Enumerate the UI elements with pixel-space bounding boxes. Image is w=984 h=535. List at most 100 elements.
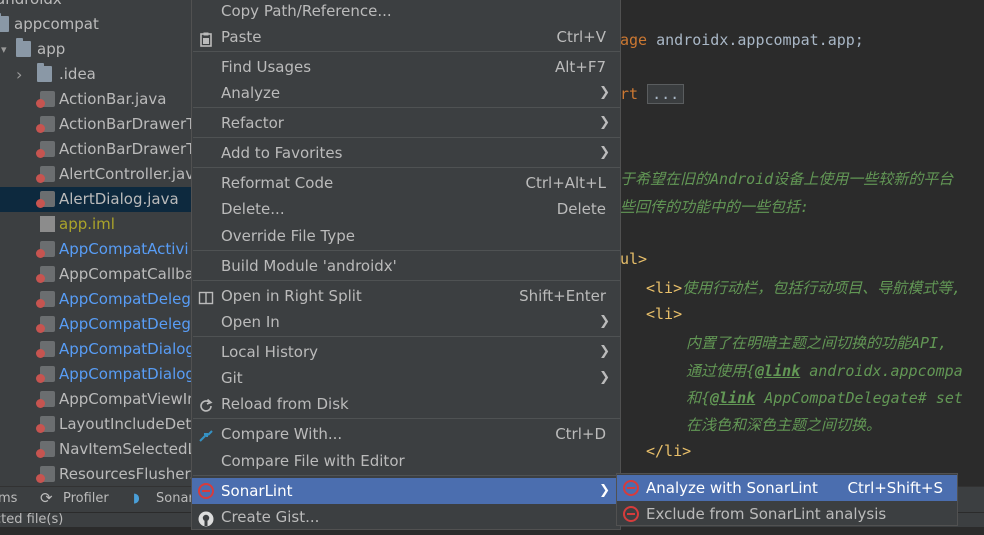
tree-row[interactable]: app.iml xyxy=(0,212,192,237)
tree-row-label: AppCompatActivi xyxy=(59,240,189,258)
problems-tab[interactable]: ms xyxy=(0,491,17,506)
menu-item-analyze[interactable]: Analyze ❯ xyxy=(192,80,620,106)
menu-item-refactor[interactable]: Refactor ❯ xyxy=(192,110,620,136)
menu-item-label: Refactor xyxy=(221,114,284,132)
menu-item-analyze-with-sonarlint[interactable]: Analyze with SonarLint Ctrl+Shift+S xyxy=(617,475,957,501)
menu-item-label: Copy Path/Reference... xyxy=(221,2,392,20)
menu-item-git[interactable]: Git ❯ xyxy=(192,365,620,391)
tree-row[interactable]: AlertController.jav xyxy=(0,162,192,187)
menu-item-local-history[interactable]: Local History ❯ xyxy=(192,339,620,365)
menu-item-label: Open in Right Split xyxy=(221,287,362,305)
tree-row-label: appcompat xyxy=(14,15,99,33)
menu-item-exclude-from-sonarlint[interactable]: Exclude from SonarLint analysis xyxy=(617,501,957,527)
tree-row[interactable]: ▾ app xyxy=(0,37,192,62)
folder-icon xyxy=(37,63,52,82)
tree-row[interactable]: ResourcesFlusher. xyxy=(0,462,192,486)
context-menu: Copy Path/Reference... Paste Ctrl+V Find… xyxy=(191,0,621,530)
menu-item-open-in[interactable]: Open In ❯ xyxy=(192,309,620,335)
menu-separator xyxy=(193,475,621,476)
tree-row-label: AppCompatCallba xyxy=(59,265,192,283)
code-line: 通过使用{@link androidx.appcompa xyxy=(686,360,963,381)
menu-item-label: Paste xyxy=(221,28,262,46)
java-file-icon xyxy=(36,166,55,183)
code-editor[interactable]: age androidx.appcompat.app; rt ... 于希望在旧… xyxy=(620,0,984,486)
doc-tag: ul> xyxy=(620,250,648,268)
chevron-right-icon: ❯ xyxy=(599,314,610,329)
doc-text: 使用行动栏，包括行动项目、导航模式等, xyxy=(682,279,962,297)
tree-row[interactable]: androidx xyxy=(0,0,192,12)
tree-row-label: ActionBarDrawerT xyxy=(59,140,192,158)
menu-item-label: Compare File with Editor xyxy=(221,452,405,470)
reload-icon xyxy=(198,396,214,412)
tree-row-label: AppCompatViewIn xyxy=(59,390,192,408)
tree-row-label: AlertController.jav xyxy=(59,165,192,183)
chevron-right-icon: ❯ xyxy=(599,85,610,100)
menu-item-label: Override File Type xyxy=(221,227,355,245)
tree-row-label: app xyxy=(37,40,66,58)
tree-row-label: ActionBar.java xyxy=(59,90,167,108)
sonarlint-tab[interactable]: Sonar xyxy=(156,491,194,506)
tree-row[interactable]: AppCompatViewIn xyxy=(0,387,192,412)
menu-item-label: Find Usages xyxy=(221,58,312,76)
sonarlint-icon xyxy=(623,480,639,496)
tree-row[interactable]: AppCompatDelege xyxy=(0,287,192,312)
java-file-icon xyxy=(36,191,55,208)
menu-item-create-gist[interactable]: Create Gist... xyxy=(192,504,620,530)
code-line: age androidx.appcompat.app; xyxy=(620,31,864,49)
menu-item-open-in-right-split[interactable]: Open in Right Split Shift+Enter xyxy=(192,283,620,309)
menu-item-build-module[interactable]: Build Module 'androidx' xyxy=(192,253,620,279)
tree-row-label: NavItemSelectedL xyxy=(59,440,192,458)
java-file-icon xyxy=(36,341,55,358)
folded-imports[interactable]: ... xyxy=(647,84,685,104)
tree-row[interactable]: appcompat xyxy=(0,12,192,37)
menu-separator xyxy=(193,250,621,251)
menu-item-find-usages[interactable]: Find Usages Alt+F7 xyxy=(192,54,620,80)
menu-item-label: Build Module 'androidx' xyxy=(221,257,397,275)
menu-item-compare-with[interactable]: Compare With... Ctrl+D xyxy=(192,421,620,447)
menu-item-paste[interactable]: Paste Ctrl+V xyxy=(192,24,620,50)
menu-separator xyxy=(193,51,621,52)
menu-item-reload-from-disk[interactable]: Reload from Disk xyxy=(192,391,620,417)
tree-row-label: AppCompatDelege xyxy=(59,315,192,333)
doc-comment-line: 些回传的功能中的一些包括: xyxy=(620,198,810,216)
tree-row[interactable]: LayoutIncludeDete xyxy=(0,412,192,437)
keyword: rt xyxy=(620,85,639,103)
tree-row-label: .idea xyxy=(59,65,96,83)
menu-item-shortcut: Shift+Enter xyxy=(519,287,606,305)
tree-row-selected[interactable]: AlertDialog.java xyxy=(0,187,192,212)
chevron-down-icon[interactable]: ▾ xyxy=(1,37,7,62)
menu-item-label: Local History xyxy=(221,343,319,361)
menu-item-override-file-type[interactable]: Override File Type xyxy=(192,223,620,249)
tree-row[interactable]: NavItemSelectedL xyxy=(0,437,192,462)
menu-item-label: Open In xyxy=(221,313,280,331)
menu-item-copy-path[interactable]: Copy Path/Reference... xyxy=(192,0,620,24)
menu-item-label: Analyze with SonarLint xyxy=(646,479,818,497)
tree-row[interactable]: AppCompatCallba xyxy=(0,262,192,287)
tree-row-label: androidx xyxy=(0,0,62,12)
menu-item-add-to-favorites[interactable]: Add to Favorites ❯ xyxy=(192,140,620,166)
tree-row[interactable]: AppCompatDelege xyxy=(0,312,192,337)
tree-row[interactable]: ActionBarDrawerT xyxy=(0,112,192,137)
tree-row[interactable]: AppCompatDialog xyxy=(0,337,192,362)
sonarlint-icon xyxy=(623,506,639,522)
java-file-icon xyxy=(36,91,55,108)
menu-item-label: SonarLint xyxy=(221,482,293,500)
doc-text: AppCompatDelegate# set xyxy=(755,389,963,407)
chevron-right-icon: ❯ xyxy=(599,483,610,498)
tree-row[interactable]: AppCompatDialog xyxy=(0,362,192,387)
menu-item-delete[interactable]: Delete... Delete xyxy=(192,196,620,222)
tree-row[interactable]: ActionBar.java xyxy=(0,87,192,112)
java-file-icon xyxy=(36,391,55,408)
menu-item-label: Git xyxy=(221,369,243,387)
menu-item-reformat-code[interactable]: Reformat Code Ctrl+Alt+L xyxy=(192,170,620,196)
tree-row-label: AlertDialog.java xyxy=(59,190,179,208)
profiler-tab[interactable]: Profiler xyxy=(63,491,109,506)
tree-row[interactable]: ActionBarDrawerT xyxy=(0,137,192,162)
menu-item-sonarlint[interactable]: SonarLint ❯ xyxy=(192,478,620,504)
doc-tag: </li> xyxy=(646,442,692,460)
clipboard-icon xyxy=(198,29,214,47)
tree-row[interactable]: › .idea xyxy=(0,62,192,87)
menu-item-compare-file-with-editor[interactable]: Compare File with Editor xyxy=(192,448,620,474)
chevron-right-icon[interactable]: › xyxy=(16,62,22,87)
tree-row[interactable]: AppCompatActivi xyxy=(0,237,192,262)
